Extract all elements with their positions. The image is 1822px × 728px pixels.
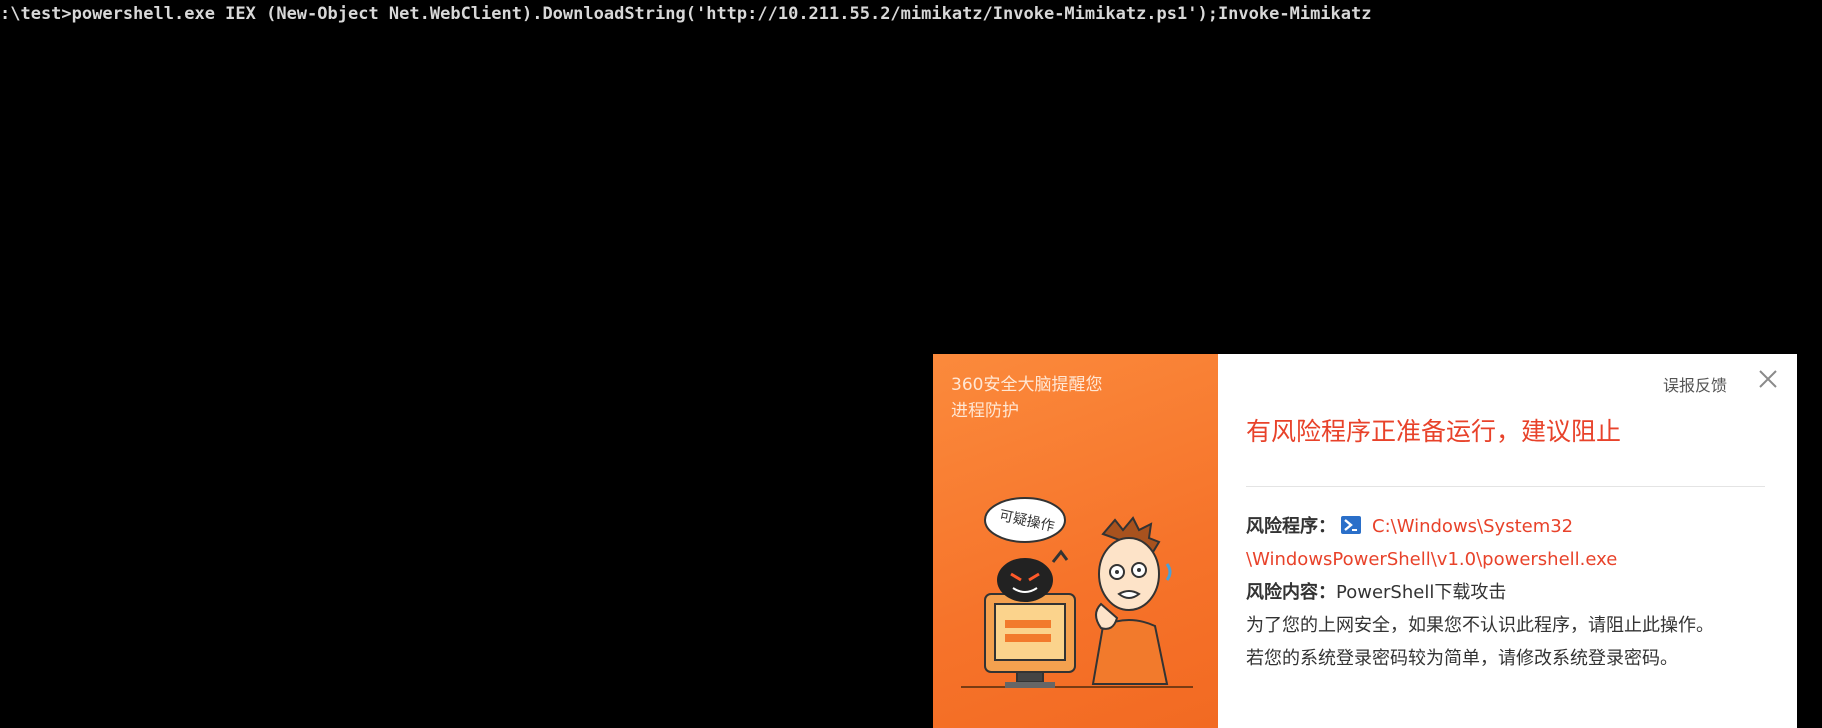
risk-content-row: 风险内容：PowerShell下载攻击	[1246, 576, 1777, 609]
close-icon[interactable]	[1757, 368, 1779, 390]
module-name: 进程防护	[951, 401, 1019, 421]
popup-content: 误报反馈 有风险程序正准备运行，建议阻止 风险程序： C:\Windows\Sy…	[1218, 354, 1797, 728]
risk-program-path-line-2: \WindowsPowerShell\v1.0\powershell.exe	[1246, 549, 1618, 570]
risk-program-row: 风险程序： C:\Windows\System32	[1246, 510, 1777, 543]
brand-text: 360安全大脑提醒您	[951, 375, 1103, 395]
advice-line-2: 若您的系统登录密码较为简单，请修改系统登录密码。	[1246, 648, 1678, 669]
alert-title: 有风险程序正准备运行，建议阻止	[1246, 417, 1622, 446]
security-alert-popup: 360安全大脑提醒您 进程防护 可疑操作 误报反馈 有风险程序正准备运行，建议阻…	[933, 354, 1797, 728]
powershell-icon	[1341, 516, 1361, 534]
false-positive-feedback-link[interactable]: 误报反馈	[1663, 372, 1727, 396]
advice-line-1: 为了您的上网安全，如果您不认识此程序，请阻止此操作。	[1246, 615, 1714, 636]
suspicious-operation-illustration: 可疑操作	[961, 497, 1193, 688]
console-command-line: :\test>powershell.exe IEX (New-Object Ne…	[0, 4, 1372, 24]
risk-program-path-line-1: C:\Windows\System32	[1372, 516, 1574, 537]
alert-details: 风险程序： C:\Windows\System32 \WindowsPowerS…	[1246, 510, 1777, 675]
risk-program-label: 风险程序：	[1246, 516, 1336, 537]
divider	[1246, 486, 1765, 487]
risk-content-label: 风险内容：	[1246, 582, 1336, 603]
popup-sidebar: 360安全大脑提醒您 进程防护 可疑操作	[933, 354, 1218, 728]
risk-content-value: PowerShell下载攻击	[1336, 582, 1507, 603]
